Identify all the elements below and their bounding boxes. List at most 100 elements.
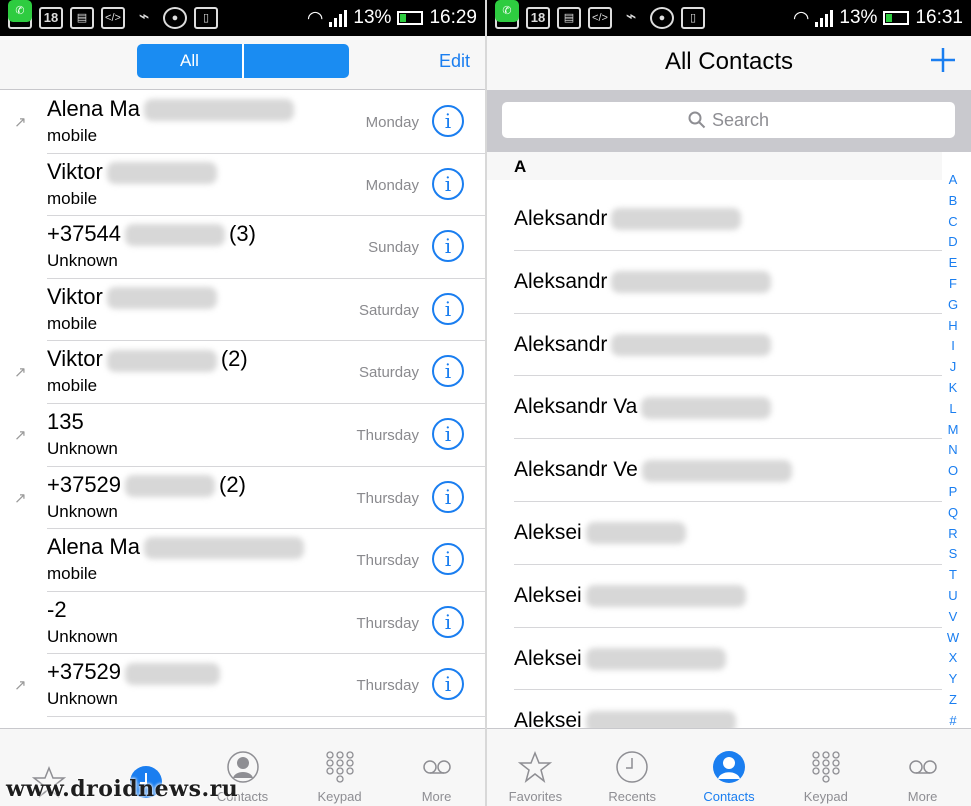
segment-all[interactable]: All	[137, 44, 242, 78]
contact-row[interactable]: Aleksandr Ve	[487, 439, 942, 502]
call-count: (2)	[220, 346, 248, 372]
index-letter-B[interactable]: B	[949, 191, 958, 212]
index-letter-D[interactable]: D	[948, 232, 957, 253]
info-icon[interactable]: i	[432, 417, 464, 450]
number-type: Unknown	[47, 251, 118, 271]
contact-name-text: Aleksei	[514, 520, 582, 544]
index-letter-M[interactable]: M	[948, 420, 959, 441]
voicemail-icon	[905, 749, 941, 785]
call-day: Sunday	[368, 239, 419, 257]
index-letter-N[interactable]: N	[948, 440, 957, 461]
tab-favorites[interactable]: Favorites	[487, 729, 584, 806]
info-icon[interactable]: i	[432, 105, 464, 137]
index-letter-P[interactable]: P	[949, 482, 958, 503]
contact-row[interactable]: Aleksei	[487, 502, 942, 565]
info-icon[interactable]: i	[432, 543, 464, 576]
contact-row[interactable]: Aleksandr	[487, 314, 942, 377]
recent-call-row[interactable]: ↗ +37529 (2) Unknown Thursday i	[0, 467, 485, 530]
index-letter-V[interactable]: V	[949, 607, 958, 628]
tab-contacts[interactable]: Contacts	[681, 729, 778, 806]
recent-call-row[interactable]: ↗ Alena Ma mobile Monday i	[0, 91, 485, 154]
number-type: mobile	[47, 313, 98, 333]
recent-call-row[interactable]: Viktor mobile Monday i	[0, 154, 485, 217]
search-input[interactable]: Search	[502, 102, 955, 138]
contact-name: Aleksandr	[514, 270, 775, 294]
redacted-text	[143, 99, 294, 122]
info-icon[interactable]: i	[432, 480, 464, 513]
number-type: mobile	[47, 126, 98, 145]
segment-missed[interactable]	[242, 44, 349, 78]
add-contact-button[interactable]	[929, 46, 957, 74]
recent-call-row[interactable]: ↗ +37529 Unknown Thursday i	[0, 654, 485, 717]
tab-keypad[interactable]: Keypad	[777, 729, 874, 806]
info-icon[interactable]: i	[432, 230, 464, 263]
redacted-text	[106, 286, 217, 309]
index-letter-L[interactable]: L	[949, 399, 956, 420]
index-letter-K[interactable]: K	[949, 378, 958, 399]
tab-label: Keypad	[317, 789, 362, 804]
vibrate-icon: ▯	[681, 7, 705, 29]
index-letter-H[interactable]: H	[948, 316, 957, 337]
signal-icon	[329, 9, 348, 27]
redacted-text	[143, 537, 304, 560]
index-letter-E[interactable]: E	[949, 253, 958, 274]
index-letter-I[interactable]: I	[951, 336, 955, 357]
index-letter-O[interactable]: O	[948, 461, 958, 482]
tab-keypad[interactable]: Keypad	[291, 729, 388, 806]
index-letter-G[interactable]: G	[948, 295, 958, 316]
edit-button[interactable]: Edit	[439, 51, 470, 72]
recent-call-row[interactable]: -2 Unknown Thursday i	[0, 592, 485, 655]
contact-row[interactable]: Aleksandr	[487, 188, 942, 251]
index-letter-C[interactable]: C	[948, 212, 957, 233]
index-letter-T[interactable]: T	[949, 565, 957, 586]
contact-name: Aleksandr Va	[514, 395, 775, 419]
voicemail-icon	[419, 749, 455, 785]
recent-call-row[interactable]: Alena Ma mobile Thursday i	[0, 529, 485, 592]
index-letter-S[interactable]: S	[949, 544, 958, 565]
recent-call-row[interactable]: ↗ Viktor (2) mobile Saturday i	[0, 341, 485, 404]
recent-call-row[interactable]: ↗ 135 Unknown Thursday i	[0, 404, 485, 467]
redacted-text	[585, 648, 726, 671]
info-icon[interactable]: i	[432, 605, 464, 638]
tab-recents[interactable]: Recents	[584, 729, 681, 806]
index-letter-J[interactable]: J	[950, 357, 957, 378]
caller-name-text: +37529	[47, 659, 122, 685]
vibrate-icon: ▯	[194, 7, 218, 29]
number-type: Unknown	[47, 626, 118, 646]
alphabet-index[interactable]: A B C D E F G H I J K L M N O P Q R S T U V W X Y Z #	[945, 170, 961, 732]
recent-call-row[interactable]: +37544 (3) Unknown Sunday i	[0, 216, 485, 279]
index-letter-Q[interactable]: Q	[948, 503, 958, 524]
index-letter-F[interactable]: F	[949, 274, 957, 295]
index-letter-Y[interactable]: Y	[949, 669, 958, 690]
index-letter-W[interactable]: W	[947, 628, 959, 649]
recents-header: All Edit	[0, 36, 485, 90]
index-letter-Z[interactable]: Z	[949, 690, 957, 711]
info-icon[interactable]: i	[432, 167, 464, 200]
contact-row[interactable]: Aleksei	[487, 628, 942, 691]
contact-name-text: Aleksandr Va	[514, 395, 638, 419]
tab-label: Contacts	[703, 789, 755, 804]
caller-name: Alena Ma	[47, 96, 298, 122]
contact-row[interactable]: Aleksei	[487, 565, 942, 628]
tab-more[interactable]: More	[388, 729, 485, 806]
index-letter-R[interactable]: R	[948, 524, 957, 545]
redacted-text	[125, 662, 221, 685]
index-letter-U[interactable]: U	[948, 586, 957, 607]
recents-screen: ✎ 18 ▤ ✆ </> ⌁ ● ▯ ◠ 13% 16:29 All Edit …	[0, 0, 485, 806]
recent-call-row[interactable]: Viktor mobile Saturday i	[0, 279, 485, 342]
android-icon: ●	[163, 7, 187, 29]
contact-row[interactable]: Aleksandr	[487, 251, 942, 314]
info-icon[interactable]: i	[432, 668, 464, 701]
tab-more[interactable]: More	[874, 729, 971, 806]
tab-label: Favorites	[508, 789, 563, 804]
status-bar: ✎ 18 ▤ ✆ </> ⌁ ● ▯ ◠ 13% 16:29	[0, 0, 485, 36]
redacted-text	[125, 224, 226, 247]
contact-row[interactable]: Aleksandr Va	[487, 376, 942, 439]
info-icon[interactable]: i	[432, 292, 464, 325]
usb-icon: ⌁	[625, 6, 637, 26]
index-letter-X[interactable]: X	[949, 648, 958, 669]
caller-name-text: Viktor	[47, 346, 103, 372]
redacted-text	[585, 585, 746, 608]
index-letter-A[interactable]: A	[949, 170, 958, 191]
info-icon[interactable]: i	[432, 355, 464, 388]
